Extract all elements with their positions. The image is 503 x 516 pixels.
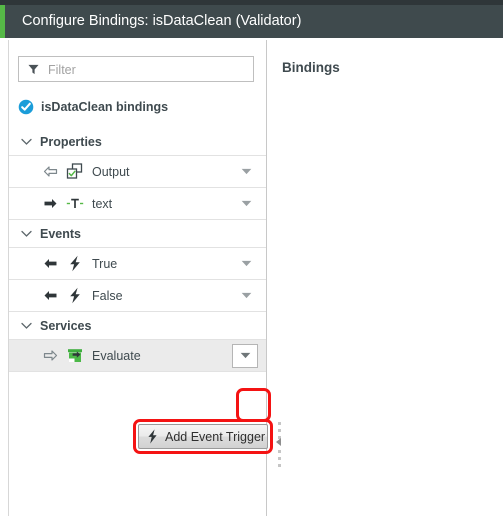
- add-event-trigger-menu-item[interactable]: Add Event Trigger: [138, 424, 268, 449]
- tree-row-false[interactable]: False: [9, 280, 266, 312]
- blue-check-circle-icon: [18, 99, 34, 115]
- tree-row-label: Evaluate: [92, 348, 141, 363]
- text-type-icon: [66, 198, 84, 208]
- tree-row-text[interactable]: text: [9, 188, 266, 220]
- chevron-down-icon: [21, 138, 32, 145]
- filter-box[interactable]: [18, 56, 254, 83]
- bindings-tree: Properties Output text Events True False…: [9, 128, 266, 372]
- tree-row-label: False: [92, 288, 123, 303]
- lightning-bolt-icon: [70, 287, 80, 304]
- false-dropdown-button[interactable]: [234, 285, 258, 307]
- arrow-left-outline-icon: [43, 166, 58, 177]
- tree-row-true[interactable]: True: [9, 248, 266, 280]
- arrow-right-outline-icon: [43, 350, 58, 361]
- chevron-down-icon: [21, 322, 32, 329]
- caret-down-icon: [241, 260, 251, 267]
- tree-root-label: isDataClean bindings: [41, 100, 169, 114]
- tree-row-output[interactable]: Output: [9, 156, 266, 188]
- chevron-down-icon: [21, 230, 32, 237]
- tree-row-evaluate[interactable]: Evaluate: [9, 340, 266, 372]
- arrow-left-solid-icon: [44, 291, 57, 300]
- tree-root-node[interactable]: isDataClean bindings: [18, 96, 168, 118]
- bindings-detail-panel: Bindings: [267, 40, 503, 516]
- dialog-content: isDataClean bindings Properties: [0, 40, 503, 516]
- tree-row-label: True: [92, 256, 118, 271]
- true-dropdown-button[interactable]: [234, 253, 258, 275]
- lightning-bolt-icon: [148, 429, 157, 444]
- filter-funnel-icon: [28, 64, 39, 75]
- section-label: Properties: [40, 134, 102, 149]
- text-dropdown-button[interactable]: [234, 193, 258, 215]
- menu-item-label: Add Event Trigger: [165, 429, 266, 444]
- section-label: Services: [40, 318, 92, 333]
- caret-down-icon: [241, 200, 251, 207]
- titlebar-accent-stripe: [0, 5, 5, 38]
- window-title: Configure Bindings: isDataClean (Validat…: [22, 13, 302, 29]
- tree-section-events[interactable]: Events: [9, 220, 266, 248]
- lightning-bolt-icon: [70, 255, 80, 272]
- caret-down-icon: [241, 292, 251, 299]
- tree-row-label: Output: [92, 164, 130, 179]
- caret-down-icon: [241, 168, 251, 175]
- arrow-left-solid-icon: [44, 259, 57, 268]
- output-squares-check-icon: [66, 163, 83, 179]
- tree-section-services[interactable]: Services: [9, 312, 266, 340]
- tree-row-label: text: [92, 196, 113, 211]
- evaluate-dropdown-button[interactable]: [232, 343, 258, 368]
- output-dropdown-button[interactable]: [234, 161, 258, 183]
- caret-down-icon: [240, 352, 250, 359]
- window-titlebar: Configure Bindings: isDataClean (Validat…: [0, 0, 503, 40]
- section-label: Events: [40, 226, 81, 241]
- service-green-icon: [68, 349, 82, 362]
- arrow-right-solid-icon: [44, 199, 57, 208]
- bindings-panel-title: Bindings: [282, 60, 340, 75]
- tree-section-properties[interactable]: Properties: [9, 128, 266, 156]
- filter-input[interactable]: [46, 57, 250, 83]
